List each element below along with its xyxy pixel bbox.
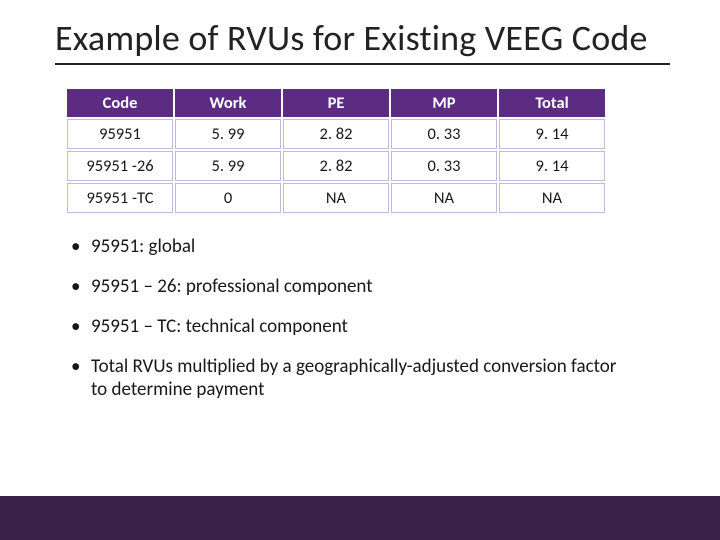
col-header: Code [67, 89, 173, 117]
col-header: Work [175, 89, 281, 117]
slide: Example of RVUs for Existing VEEG Code C… [0, 0, 720, 540]
col-header: PE [283, 89, 389, 117]
bullet-item: 95951 – TC: technical component [67, 315, 627, 339]
bullet-list: 95951: global 95951 – 26: professional c… [67, 235, 627, 402]
cell-mp: 0. 33 [391, 151, 497, 181]
cell-mp: 0. 33 [391, 119, 497, 149]
cell-code: 95951 [67, 119, 173, 149]
table-row: 95951 5. 99 2. 82 0. 33 9. 14 [67, 119, 605, 149]
bullet-item: Total RVUs multiplied by a geographicall… [67, 355, 627, 403]
table-row: 95951 -26 5. 99 2. 82 0. 33 9. 14 [67, 151, 605, 181]
footer-bar [0, 496, 720, 540]
cell-work: 5. 99 [175, 151, 281, 181]
cell-pe: NA [283, 183, 389, 213]
cell-code: 95951 -TC [67, 183, 173, 213]
cell-work: 5. 99 [175, 119, 281, 149]
col-header: MP [391, 89, 497, 117]
table-row: 95951 -TC 0 NA NA NA [67, 183, 605, 213]
cell-pe: 2. 82 [283, 119, 389, 149]
cell-work: 0 [175, 183, 281, 213]
col-header: Total [499, 89, 605, 117]
bullet-item: 95951 – 26: professional component [67, 275, 627, 299]
rvu-table: Code Work PE MP Total 95951 5. 99 2. 82 … [65, 87, 607, 215]
cell-pe: 2. 82 [283, 151, 389, 181]
slide-title: Example of RVUs for Existing VEEG Code [55, 18, 670, 65]
cell-code: 95951 -26 [67, 151, 173, 181]
cell-total: 9. 14 [499, 151, 605, 181]
cell-total: 9. 14 [499, 119, 605, 149]
cell-mp: NA [391, 183, 497, 213]
table-header-row: Code Work PE MP Total [67, 89, 605, 117]
cell-total: NA [499, 183, 605, 213]
bullet-item: 95951: global [67, 235, 627, 259]
